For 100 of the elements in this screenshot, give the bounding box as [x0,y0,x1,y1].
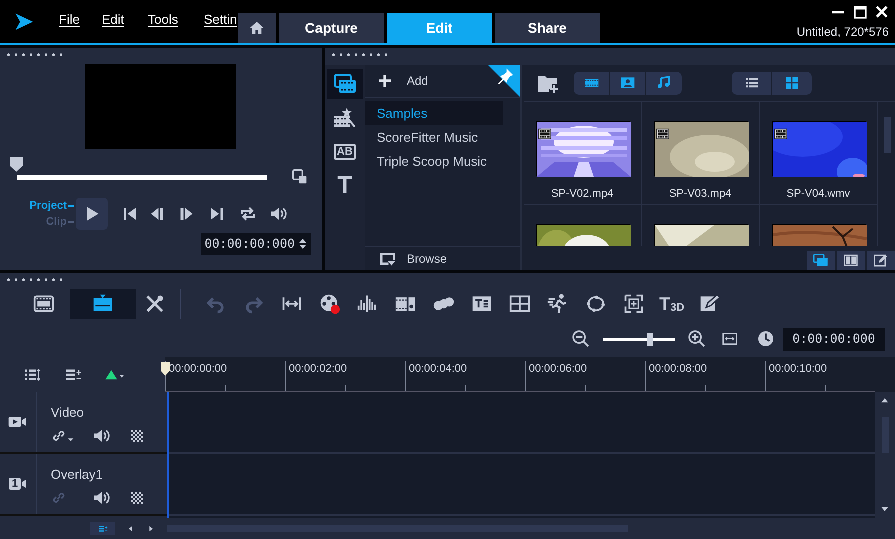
go-to-end-button[interactable] [208,205,226,223]
panel-button[interactable] [807,251,835,270]
caret-icon [67,436,75,444]
film-strip-icon [32,293,56,315]
ruler-label: 00:00:02:00 [285,361,348,391]
tab[interactable]: Share [495,13,600,43]
speaker-icon [270,205,288,223]
file-name: SP-V02.mp4 [551,187,614,202]
copy-button[interactable] [292,169,308,185]
checkerboard-icon [129,428,145,444]
ruler-label: 00:00:06:00 [525,361,588,391]
split-view-icon [842,253,860,268]
repeat-icon [239,205,257,223]
title-icon: T [338,174,352,198]
play-button[interactable] [76,198,108,230]
browse-button[interactable]: Browse [365,250,448,268]
library-icon [812,253,830,268]
fit-to-window-button[interactable] [721,331,739,347]
running-figure-icon [547,293,569,315]
right-arrow-icon [147,524,155,534]
panel-button[interactable] [837,251,865,270]
minimize-icon [832,10,844,14]
split-screen-icon [509,293,531,315]
category-tab[interactable] [327,69,363,99]
skip-end-icon [208,205,226,223]
timecode-field[interactable]: 00:00:00:000 [200,233,311,255]
transparency-button[interactable] [129,490,145,506]
menu-item[interactable]: Settin [204,10,238,30]
duration-button[interactable] [757,330,775,348]
drag-handle[interactable] [5,53,65,57]
file-name: SP-V04.wmv [786,187,850,202]
track-name: Overlay1 [51,466,104,484]
toolbar-button[interactable]: T$_{3D}$ [653,289,691,319]
drag-handle[interactable] [330,53,390,57]
zoom-out-icon [571,329,591,349]
zoom-slider-thumb[interactable] [646,332,653,346]
chapter-marker-button[interactable] [104,368,126,382]
scrollbar-thumb[interactable] [884,117,891,153]
clock-icon [757,330,775,348]
3d-title-icon: T$_{3D}$ [659,295,685,313]
playhead-handle[interactable] [161,359,170,377]
tab[interactable]: Capture [279,13,384,43]
audio-wave-icon [357,293,379,315]
pin-icon [488,65,520,97]
folder-item[interactable]: ScoreFitter Music [365,125,503,149]
folder-item[interactable]: Samples [365,101,503,125]
category-tab[interactable]: T [327,171,363,201]
menu-item[interactable]: Edit [102,10,148,30]
volume-button[interactable] [270,205,288,223]
scrub-handle[interactable] [10,155,23,170]
go-to-start-button[interactable] [121,205,139,223]
menu-item[interactable]: File [59,10,102,30]
zoom-in-button[interactable] [687,329,707,349]
checkerboard-icon [129,490,145,506]
film-reel-icon [319,293,341,315]
transparency-button[interactable] [129,428,145,444]
menu-item[interactable]: Tools [148,10,204,30]
mode-toggle[interactable]: Project [30,198,74,214]
scroll-left-button[interactable] [127,524,135,534]
text-icon: AB [334,144,356,160]
ruler-label: 00:00:04:00 [405,361,468,391]
track-name: Video [51,404,86,422]
repeat-button[interactable] [239,205,257,223]
lasso-icon [585,293,607,315]
close-icon [876,6,888,18]
ruler-label: 00:00:10:00 [765,361,828,391]
crop-icon [623,293,645,315]
effects-icon [333,106,357,130]
pin-button[interactable] [488,65,520,97]
file-name: SP-V03.mp4 [669,187,732,202]
music-note-icon [655,75,673,91]
grid-view-icon [783,75,801,91]
window-title: Untitled, 720*576 [796,24,889,41]
copy-icon [292,169,308,185]
ruler-label: 00:00:08:00 [645,361,708,391]
home-tab[interactable] [238,13,276,43]
maximize-icon [854,6,866,18]
category-tab[interactable]: AB [327,137,363,167]
media-icon [333,72,357,96]
triangle-caret-icon [104,368,126,382]
folder-item[interactable]: Triple Scoop Music [365,149,503,173]
skip-start-icon [121,205,139,223]
add-track-button[interactable] [90,522,115,535]
home-icon [249,20,265,36]
zoom-out-button[interactable] [571,329,591,349]
timecode: 00:00:00:000 [204,234,295,253]
view-button[interactable] [70,289,136,319]
scroll-right-button[interactable] [147,524,155,534]
panel-button[interactable] [867,251,895,270]
add-button[interactable]: Add [377,72,428,90]
zoom-in-icon [687,329,707,349]
maximize-button[interactable] [853,5,867,19]
tools-icon [144,293,166,315]
close-button[interactable] [875,5,889,19]
edit-icon [872,253,890,268]
drag-handle[interactable] [5,278,65,282]
timecode-field[interactable]: 0:00:00:000 [783,328,885,350]
left-arrow-icon [127,524,135,534]
photo-icon [618,75,636,91]
fit-to-window-icon [721,331,739,347]
